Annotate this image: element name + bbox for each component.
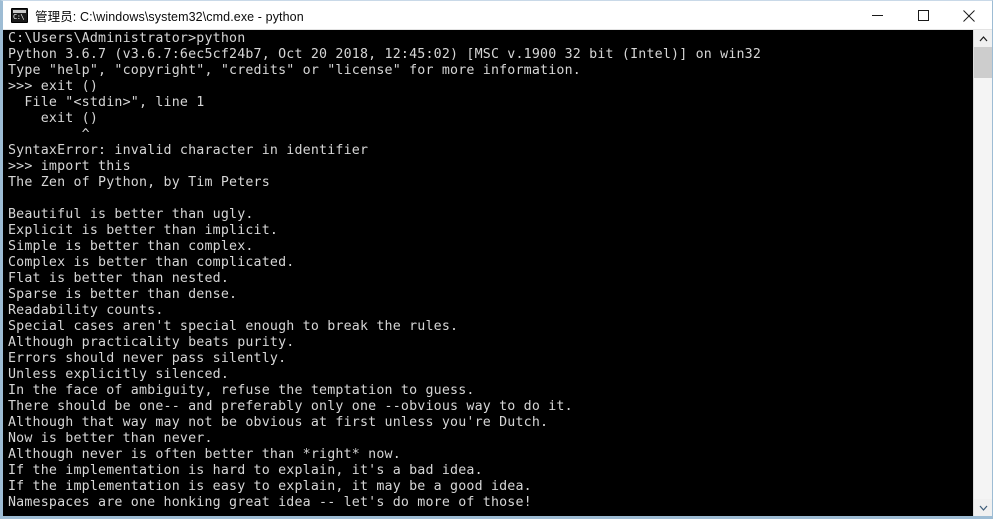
console-output-area[interactable]: C:\Users\Administrator>python Python 3.6…	[3, 30, 992, 516]
window-title: 管理员: C:\windows\system32\cmd.exe - pytho…	[35, 9, 304, 24]
chevron-down-icon	[979, 505, 987, 511]
scroll-down-button[interactable]	[974, 499, 992, 516]
scrollbar-track[interactable]	[974, 47, 992, 499]
title-bar[interactable]: 管理员: C:\windows\system32\cmd.exe - pytho…	[3, 1, 992, 30]
chevron-up-icon	[979, 35, 987, 41]
scrollbar-thumb[interactable]	[974, 47, 992, 78]
close-icon	[963, 9, 975, 22]
minimize-icon	[871, 15, 883, 16]
minimize-button[interactable]	[854, 1, 900, 30]
vertical-scrollbar[interactable]	[973, 30, 992, 516]
console-window: 管理员: C:\windows\system32\cmd.exe - pytho…	[0, 0, 993, 519]
scroll-up-button[interactable]	[974, 30, 992, 47]
window-controls	[854, 1, 992, 30]
console-text: C:\Users\Administrator>python Python 3.6…	[8, 31, 762, 510]
close-button[interactable]	[946, 1, 992, 30]
maximize-icon	[917, 10, 929, 21]
cmd-console-icon	[11, 7, 28, 23]
maximize-button[interactable]	[900, 1, 946, 30]
